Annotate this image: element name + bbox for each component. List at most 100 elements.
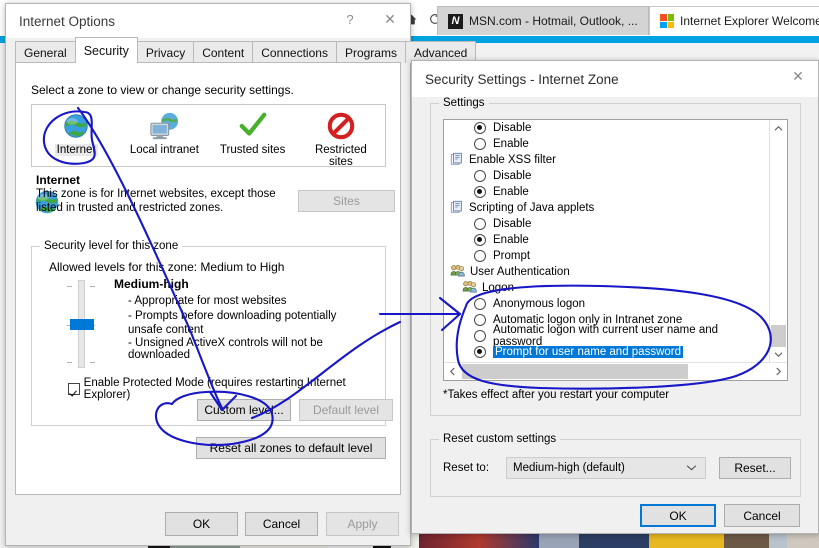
browser-tab-msn[interactable]: N MSN.com - Hotmail, Outlook, ... xyxy=(437,6,649,35)
tab-privacy[interactable]: Privacy xyxy=(136,41,195,63)
radio-icon[interactable] xyxy=(474,234,486,246)
restart-note: *Takes effect after you restart your com… xyxy=(443,389,670,401)
green-check-icon xyxy=(214,108,292,144)
title-bar-buttons: ✕ xyxy=(778,61,818,91)
reset-to-dropdown[interactable]: Medium-high (default) xyxy=(506,457,706,479)
radio-icon[interactable] xyxy=(474,186,486,198)
list-item-label: Disable xyxy=(493,170,532,182)
internet-options-dialog: Internet Options ? ✕ General Security Pr… xyxy=(5,3,477,546)
close-icon[interactable]: ✕ xyxy=(370,4,410,34)
red-prohibited-icon xyxy=(302,108,380,144)
list-item[interactable]: Disable xyxy=(444,120,769,136)
script-page-icon xyxy=(450,200,464,217)
list-item-label: Prompt for user name and password xyxy=(493,346,684,358)
title-bar-buttons: ? ✕ xyxy=(330,4,410,34)
list-group-header: Enable XSS filter xyxy=(444,152,769,168)
browser-tabs: N MSN.com - Hotmail, Outlook, ... Intern… xyxy=(437,6,819,35)
security-level-caption: Security level for this zone xyxy=(40,240,183,252)
checkbox-icon[interactable] xyxy=(68,383,80,395)
dialog-title-bar: Security Settings - Internet Zone ✕ xyxy=(412,61,818,97)
dialog-title: Internet Options xyxy=(19,13,116,29)
list-item-label: Enable xyxy=(493,138,529,150)
cancel-button[interactable]: Cancel xyxy=(724,504,800,527)
reset-all-zones-button[interactable]: Reset all zones to default level xyxy=(196,437,386,459)
scrollbar-thumb[interactable] xyxy=(462,364,688,379)
radio-icon[interactable] xyxy=(474,314,486,326)
scrollbar-thumb[interactable] xyxy=(771,325,786,347)
horizontal-scrollbar[interactable] xyxy=(444,362,787,380)
tab-programs[interactable]: Programs xyxy=(335,41,406,63)
intranet-monitor-icon xyxy=(125,108,203,144)
zone-label: Internet xyxy=(54,144,98,156)
msn-favicon: N xyxy=(448,13,463,29)
help-button[interactable]: ? xyxy=(330,4,370,34)
scroll-up-icon[interactable] xyxy=(770,120,787,137)
reset-caption: Reset custom settings xyxy=(439,433,561,445)
close-icon[interactable]: ✕ xyxy=(778,61,818,91)
script-page-icon xyxy=(450,152,464,169)
zone-description-title: Internet xyxy=(36,173,81,187)
list-item[interactable]: Enable xyxy=(444,136,769,152)
radio-icon[interactable] xyxy=(474,138,486,150)
security-settings-dialog: Security Settings - Internet Zone ✕ Sett… xyxy=(411,60,819,534)
radio-icon[interactable] xyxy=(474,170,486,182)
list-item[interactable]: Prompt xyxy=(444,248,769,264)
ok-button[interactable]: OK xyxy=(165,512,238,536)
protected-mode-checkbox[interactable]: Enable Protected Mode (requires restarti… xyxy=(68,377,385,401)
tab-content[interactable]: Content xyxy=(193,41,254,63)
list-group-label: Enable XSS filter xyxy=(469,154,556,166)
list-group-label: User Authentication xyxy=(470,266,570,278)
list-item[interactable]: Automatic logon with current user name a… xyxy=(444,324,769,348)
zone-item-trusted-sites[interactable]: Trusted sites xyxy=(214,108,292,166)
level-bullet: - Unsigned ActiveX controls will not be … xyxy=(128,337,323,361)
zone-label: Trusted sites xyxy=(219,144,286,156)
radio-icon[interactable] xyxy=(474,346,486,358)
list-item-label: Enable xyxy=(493,234,529,246)
zone-item-local-intranet[interactable]: Local intranet xyxy=(125,108,203,166)
zone-label: Restricted sites xyxy=(314,144,367,168)
list-item[interactable]: Disable xyxy=(444,168,769,184)
users-icon xyxy=(462,280,477,297)
scroll-down-icon[interactable] xyxy=(770,346,787,363)
list-item[interactable]: Anonymous logon xyxy=(444,296,769,312)
list-group-header: User Authentication xyxy=(444,264,769,280)
radio-icon[interactable] xyxy=(474,298,486,310)
protected-mode-label: Enable Protected Mode (requires restarti… xyxy=(83,377,346,401)
list-item[interactable]: Enable xyxy=(444,232,769,248)
default-level-button[interactable]: Default level xyxy=(299,399,393,421)
tab-security[interactable]: Security xyxy=(74,37,138,63)
radio-icon[interactable] xyxy=(474,218,486,230)
slider-thumb[interactable] xyxy=(70,319,94,330)
apply-button[interactable]: Apply xyxy=(326,512,399,536)
list-item[interactable]: Disable xyxy=(444,216,769,232)
scroll-right-icon[interactable] xyxy=(770,363,787,380)
level-bullet: - Appropriate for most websites xyxy=(128,295,287,307)
zone-label: Local intranet xyxy=(129,144,199,156)
settings-caption: Settings xyxy=(439,97,489,109)
custom-level-button[interactable]: Custom level... xyxy=(197,399,291,421)
tab-connections[interactable]: Connections xyxy=(252,41,337,63)
radio-icon[interactable] xyxy=(474,250,486,262)
reset-to-label: Reset to: xyxy=(443,462,490,474)
ok-button[interactable]: OK xyxy=(640,504,716,527)
settings-listbox[interactable]: Disable Enable Enable XSS filter Disable… xyxy=(443,119,788,381)
list-item-label: Disable xyxy=(493,122,532,134)
browser-tab-ie-welcome[interactable]: Internet Explorer Welcome xyxy=(649,6,819,35)
radio-icon[interactable] xyxy=(474,122,486,134)
list-group-label: Scripting of Java applets xyxy=(469,202,595,214)
chevron-down-icon xyxy=(686,463,697,473)
browser-tab-label: Internet Explorer Welcome xyxy=(680,14,819,28)
zone-list: Internet Local intranet Trusted sites Re… xyxy=(31,104,386,168)
list-item[interactable]: Enable xyxy=(444,184,769,200)
scroll-left-icon[interactable] xyxy=(444,363,461,380)
vertical-scrollbar[interactable] xyxy=(769,120,787,363)
radio-icon[interactable] xyxy=(474,330,486,342)
reset-button[interactable]: Reset... xyxy=(719,457,791,479)
tab-general[interactable]: General xyxy=(15,41,76,63)
sites-button[interactable]: Sites xyxy=(298,190,395,212)
zone-item-internet[interactable]: Internet xyxy=(37,108,115,166)
security-level-group: Security level for this zone Allowed lev… xyxy=(31,240,393,426)
zone-item-restricted-sites[interactable]: Restricted sites xyxy=(302,108,380,168)
cancel-button[interactable]: Cancel xyxy=(245,512,318,536)
zone-prompt-label: Select a zone to view or change security… xyxy=(31,83,294,97)
